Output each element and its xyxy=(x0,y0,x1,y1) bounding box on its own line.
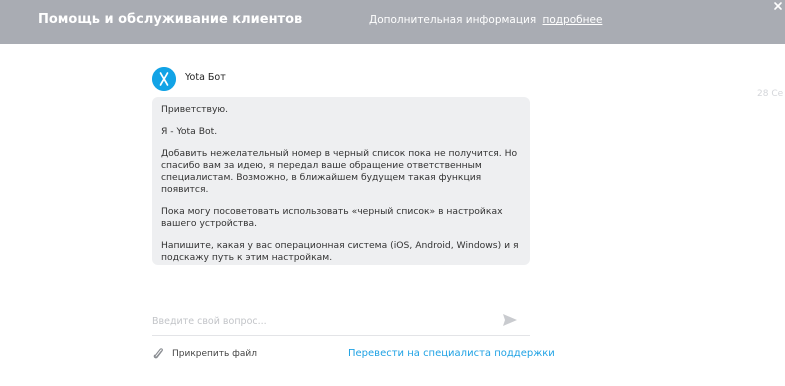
paperclip-icon[interactable] xyxy=(153,346,164,361)
attach-file-button[interactable]: Прикрепить файл xyxy=(172,349,257,359)
close-icon[interactable] xyxy=(771,0,785,14)
more-info-link[interactable]: подробнее xyxy=(543,14,603,26)
header-title: Помощь и обслуживание клиентов xyxy=(38,12,303,27)
transfer-to-support-link[interactable]: Перевести на специалиста поддержки xyxy=(348,348,555,359)
question-input[interactable] xyxy=(152,311,492,331)
bot-message-bubble: Приветствую. Я - Yota Bot. Добавить неже… xyxy=(152,97,530,265)
input-divider xyxy=(152,335,530,336)
header-info: Дополнительная информация подробнее xyxy=(369,14,602,26)
message-paragraph: Напишите, какая у вас операционная систе… xyxy=(161,239,519,263)
message-paragraph: Приветствую. xyxy=(161,104,229,115)
support-chat-window: Помощь и обслуживание клиентов Дополните… xyxy=(0,0,785,386)
send-icon[interactable] xyxy=(502,313,518,327)
date-label: 28 Се xyxy=(757,89,784,99)
header-info-text: Дополнительная информация xyxy=(369,14,537,26)
message-paragraph: Пока могу посоветовать использовать «чер… xyxy=(161,205,503,229)
bot-name: Yota Бот xyxy=(185,72,226,83)
message-paragraph: Добавить нежелательный номер в черный сп… xyxy=(161,148,518,195)
message-paragraph: Я - Yota Bot. xyxy=(161,126,218,138)
yota-bot-avatar xyxy=(152,67,176,91)
header-bar: Помощь и обслуживание клиентов Дополните… xyxy=(0,0,785,44)
